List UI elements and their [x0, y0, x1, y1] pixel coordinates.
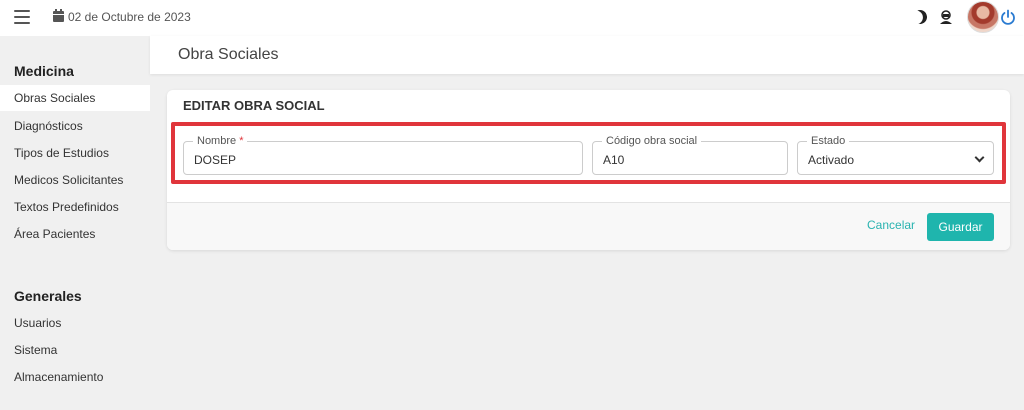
sidebar-item-textos-predefinidos[interactable]: Textos Predefinidos	[0, 194, 150, 220]
card-title: EDITAR OBRA SOCIAL	[183, 98, 325, 113]
codigo-value: A10	[603, 153, 625, 167]
nombre-label: Nombre *	[193, 134, 248, 148]
section-title-medicina: Medicina	[14, 63, 74, 79]
moon-icon[interactable]	[911, 8, 929, 26]
codigo-label: Código obra social	[602, 134, 702, 148]
calendar-icon	[53, 9, 64, 22]
sidebar-item-tipos-de-estudios[interactable]: Tipos de Estudios	[0, 140, 150, 166]
cancel-button[interactable]: Cancelar	[867, 218, 915, 232]
nombre-value: DOSEP	[194, 153, 237, 167]
save-button[interactable]: Guardar	[927, 213, 994, 241]
chevron-down-icon	[974, 152, 985, 163]
support-icon[interactable]	[938, 9, 954, 25]
current-date: 02 de Octubre de 2023	[68, 10, 191, 24]
menu-icon[interactable]	[14, 10, 30, 24]
edit-card: EDITAR OBRA SOCIAL Nombre * DOSEP Código…	[167, 90, 1010, 250]
nombre-label-text: Nombre	[197, 135, 237, 147]
sidebar-item-usuarios[interactable]: Usuarios	[0, 310, 150, 336]
sidebar-item-sistema[interactable]: Sistema	[0, 337, 150, 363]
nombre-field[interactable]: Nombre * DOSEP	[183, 134, 583, 175]
sidebar-item-diagnosticos[interactable]: Diagnósticos	[0, 113, 150, 139]
estado-value: Activado	[808, 153, 855, 167]
sidebar-item-area-pacientes[interactable]: Área Pacientes	[0, 221, 150, 247]
sidebar: Medicina Obras Sociales Diagnósticos Tip…	[0, 36, 150, 410]
top-bar: 02 de Octubre de 2023	[0, 0, 1024, 36]
required-mark: *	[239, 135, 244, 147]
page-header: Obra Sociales	[150, 36, 1024, 74]
sidebar-item-medicos-solicitantes[interactable]: Medicos Solicitantes	[0, 167, 150, 193]
estado-select[interactable]: Estado Activado	[797, 134, 994, 175]
avatar[interactable]	[967, 1, 999, 33]
section-title-generales: Generales	[14, 288, 82, 304]
page-title: Obra Sociales	[178, 46, 279, 63]
sidebar-item-obras-sociales[interactable]: Obras Sociales	[0, 85, 150, 111]
codigo-field[interactable]: Código obra social A10	[592, 134, 788, 175]
sidebar-item-almacenamiento[interactable]: Almacenamiento	[0, 364, 150, 390]
estado-label: Estado	[807, 134, 850, 148]
power-icon[interactable]	[1000, 9, 1016, 25]
